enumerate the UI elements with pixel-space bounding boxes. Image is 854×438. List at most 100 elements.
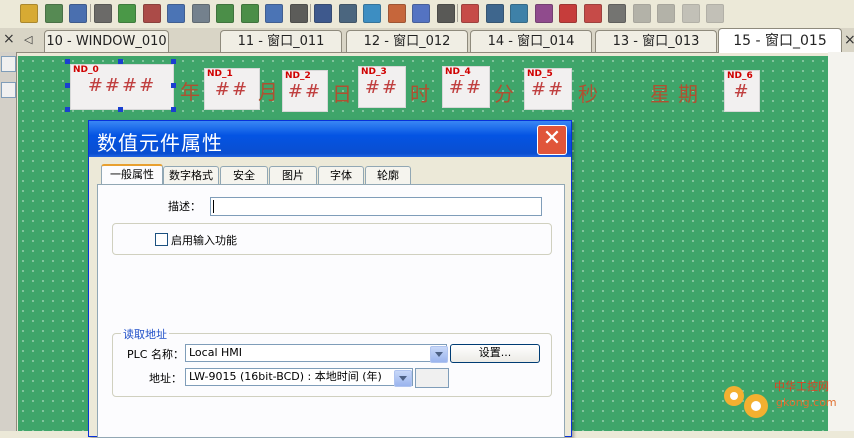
numeric-display-second[interactable]: ND_5 ## — [524, 68, 572, 110]
collapse-icon[interactable] — [1, 56, 16, 72]
close-tab-icon[interactable]: × — [3, 31, 15, 47]
switch-icon[interactable] — [142, 4, 161, 23]
gear-icon — [724, 386, 768, 418]
tab-font[interactable]: 字体 — [318, 166, 364, 185]
tab-general[interactable]: 一般属性 — [101, 164, 163, 186]
element-value: ## — [214, 79, 250, 100]
plc-name-value: Local HMI — [189, 346, 243, 359]
element-id: ND_4 — [445, 67, 471, 77]
tab-window-011[interactable]: 11 - 窗口_011 — [220, 30, 342, 52]
close-window-icon[interactable]: × — [844, 32, 854, 48]
unit-weekday: 星期 — [650, 82, 706, 106]
element-id: ND_2 — [285, 71, 311, 81]
selection-handle[interactable] — [65, 107, 70, 112]
tab-number-format[interactable]: 数字格式 — [163, 166, 219, 185]
read-address-group: 读取地址 PLC 名称： Local HMI 设置... 地址： LW-9015… — [112, 326, 552, 397]
window-tab-bar: × ◁ 10 - WINDOW_010 11 - 窗口_011 12 - 窗口_… — [0, 28, 854, 53]
tab-security[interactable]: 安全 — [220, 166, 268, 185]
alarm-icon[interactable] — [583, 4, 602, 23]
numeric-display-year[interactable]: ND_0 #### — [70, 64, 174, 110]
element-id: ND_1 — [207, 69, 233, 79]
settings-button[interactable]: 设置... — [450, 344, 540, 363]
selection-handle[interactable] — [118, 107, 123, 112]
selection-handle[interactable] — [171, 83, 176, 88]
plc-name-label: PLC 名称： — [127, 348, 184, 361]
table-icon[interactable] — [485, 4, 504, 23]
unit-hour: 时 — [410, 82, 430, 106]
backup-icon[interactable] — [681, 4, 700, 23]
address-index-box — [415, 368, 449, 388]
address-label: 地址： — [149, 372, 182, 385]
numeric-display-minute[interactable]: ND_4 ## — [442, 66, 490, 108]
multi-state-icon[interactable] — [387, 4, 406, 23]
watermark-en-text: gkong.com — [776, 396, 837, 409]
tab-window-014[interactable]: 14 - 窗口_014 — [470, 30, 592, 52]
numeric-input-icon[interactable] — [167, 4, 185, 23]
window-icon[interactable] — [338, 4, 357, 23]
numeric-properties-dialog: 数值元件属性 ✕ 一般属性 数字格式 安全 图片 字体 轮廓 描述： 启用输入功… — [88, 120, 572, 438]
description-label: 描述： — [168, 200, 201, 213]
picture-icon[interactable] — [510, 4, 528, 23]
tab-scroll-left-icon[interactable]: ◁ — [24, 33, 32, 46]
recipe-icon[interactable] — [632, 4, 651, 23]
plc-name-select[interactable]: Local HMI — [185, 344, 448, 363]
description-input[interactable] — [210, 197, 542, 216]
element-value: ## — [448, 77, 484, 98]
element-value: # — [733, 81, 751, 102]
bar-chart-icon[interactable] — [412, 4, 430, 23]
move-icon[interactable] — [363, 4, 381, 23]
dialog-title: 数值元件属性 — [97, 131, 223, 155]
address-select[interactable]: LW-9015 (16bit-BCD) : 本地时间 (年) — [185, 368, 413, 387]
meter-icon[interactable] — [44, 4, 63, 23]
numeric-display-icon[interactable] — [216, 4, 234, 23]
selection-handle[interactable] — [171, 107, 176, 112]
slider-icon[interactable] — [191, 4, 210, 23]
toolbar-separator — [457, 4, 458, 22]
bulb-icon[interactable] — [20, 4, 38, 23]
chevron-down-icon[interactable] — [394, 370, 412, 387]
trend-icon[interactable] — [461, 4, 479, 23]
address-value: LW-9015 (16bit-BCD) : 本地时间 (年) — [189, 370, 382, 383]
event-icon[interactable] — [608, 4, 626, 23]
unit-day: 日 — [332, 82, 352, 106]
clock-icon[interactable] — [289, 4, 308, 23]
xy-plot-icon[interactable] — [534, 4, 553, 23]
gauge-icon[interactable] — [436, 4, 455, 23]
tab-picture[interactable]: 图片 — [269, 166, 317, 185]
selection-handle[interactable] — [171, 59, 176, 64]
tab-outline[interactable]: 轮廓 — [365, 166, 411, 185]
function-key-icon[interactable] — [314, 4, 332, 23]
text-icon[interactable] — [93, 4, 112, 23]
date-icon[interactable] — [265, 4, 283, 23]
print-icon[interactable] — [657, 4, 675, 23]
selection-handle[interactable] — [118, 59, 123, 64]
tab-window-010[interactable]: 10 - WINDOW_010 — [44, 30, 169, 52]
chevron-down-icon[interactable] — [430, 346, 448, 363]
numeric-display-month[interactable]: ND_1 ## — [204, 68, 260, 110]
toolbar-separator — [89, 4, 91, 22]
numeric-display-day[interactable]: ND_2 ## — [282, 70, 328, 112]
diamond-icon[interactable] — [118, 4, 136, 23]
selection-handle[interactable] — [65, 83, 70, 88]
element-id: ND_5 — [527, 69, 553, 79]
toolbar — [0, 0, 854, 29]
selection-handle[interactable] — [65, 59, 70, 64]
ascii-display-icon[interactable] — [240, 4, 259, 23]
tab-window-013[interactable]: 13 - 窗口_013 — [595, 30, 717, 52]
tab-window-015[interactable]: 15 - 窗口_015 — [718, 28, 842, 53]
numeric-display-weekday[interactable]: ND_6 # — [724, 70, 760, 112]
element-id: ND_6 — [727, 71, 753, 81]
enable-input-checkbox[interactable] — [155, 233, 168, 246]
bit-lamp-icon[interactable] — [69, 4, 87, 23]
numeric-display-hour[interactable]: ND_3 ## — [358, 66, 406, 108]
tab-window-012[interactable]: 12 - 窗口_012 — [346, 30, 468, 52]
dialog-titlebar[interactable]: 数值元件属性 ✕ — [89, 121, 571, 157]
line-icon[interactable] — [559, 4, 577, 23]
element-id: ND_0 — [73, 65, 99, 75]
security-icon[interactable] — [706, 4, 724, 23]
gkong-watermark-logo: 中华工控网 gkong.com — [724, 379, 837, 418]
unit-second: 秒 — [578, 82, 598, 106]
dialog-close-button[interactable]: ✕ — [537, 125, 567, 155]
expand-icon[interactable] — [1, 82, 16, 98]
element-value: #### — [87, 75, 157, 96]
